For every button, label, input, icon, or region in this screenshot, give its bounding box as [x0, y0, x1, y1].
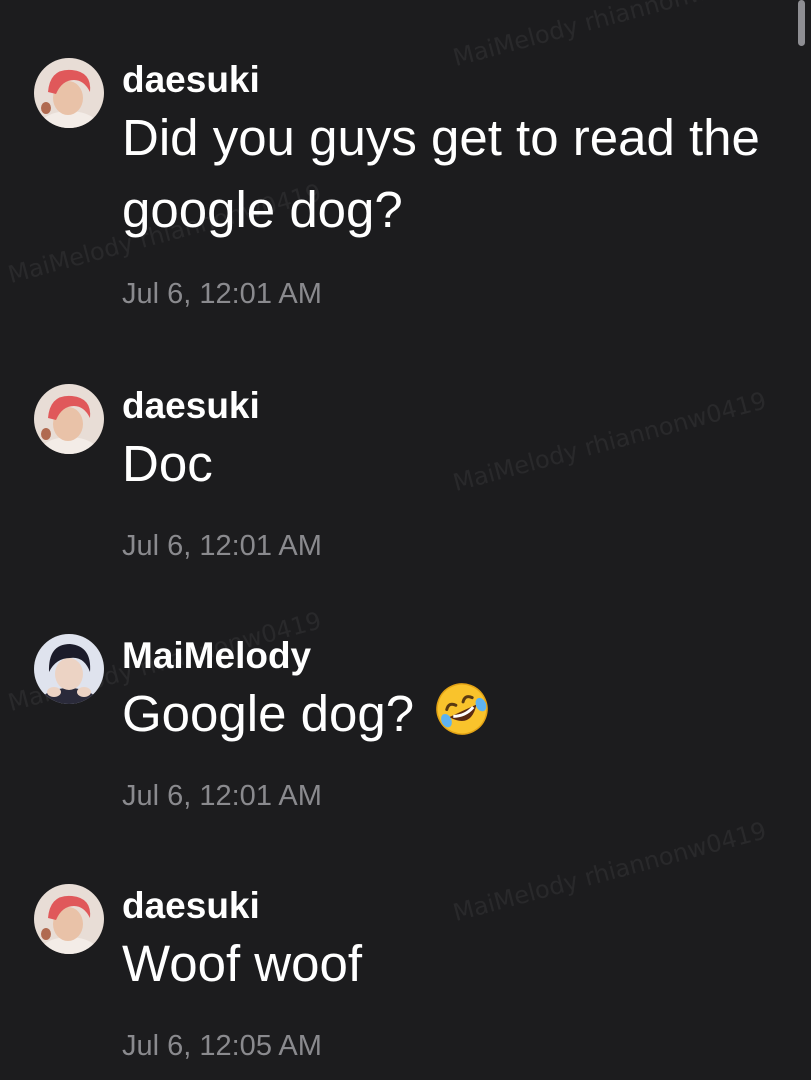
timestamp: Jul 6, 12:01 AM [122, 278, 322, 310]
avatar[interactable] [34, 884, 104, 954]
avatar-image [34, 58, 104, 128]
message-text: Google dog? [122, 678, 782, 756]
avatar[interactable] [34, 58, 104, 128]
avatar-image [34, 634, 104, 704]
rolling-on-floor-laughing-icon [434, 681, 490, 756]
avatar-image [34, 384, 104, 454]
avatar[interactable] [34, 384, 104, 454]
username[interactable]: daesuki [122, 384, 260, 428]
username[interactable]: daesuki [122, 58, 260, 102]
avatar-image [34, 884, 104, 954]
message-text: Woof woof [122, 935, 363, 992]
avatar[interactable] [34, 634, 104, 704]
timestamp: Jul 6, 12:01 AM [122, 530, 322, 562]
scrollbar[interactable] [798, 0, 805, 46]
timestamp: Jul 6, 12:01 AM [122, 780, 322, 812]
message-item[interactable]: MaiMelody Google dog? Jul 6, 12:01 AM [0, 634, 811, 812]
message-item[interactable]: daesuki Woof woof Jul 6, 12:05 AM [0, 884, 811, 1062]
username[interactable]: daesuki [122, 884, 260, 928]
message-text: Did you guys get to read the google dog? [122, 109, 760, 238]
message-item[interactable]: daesuki Did you guys get to read the goo… [0, 58, 811, 310]
message-item[interactable]: daesuki Doc Jul 6, 12:01 AM [0, 384, 811, 562]
username[interactable]: MaiMelody [122, 634, 311, 678]
message-text: Doc [122, 435, 213, 492]
message-text-content: Google dog? [122, 685, 415, 742]
timestamp: Jul 6, 12:05 AM [122, 1030, 322, 1062]
